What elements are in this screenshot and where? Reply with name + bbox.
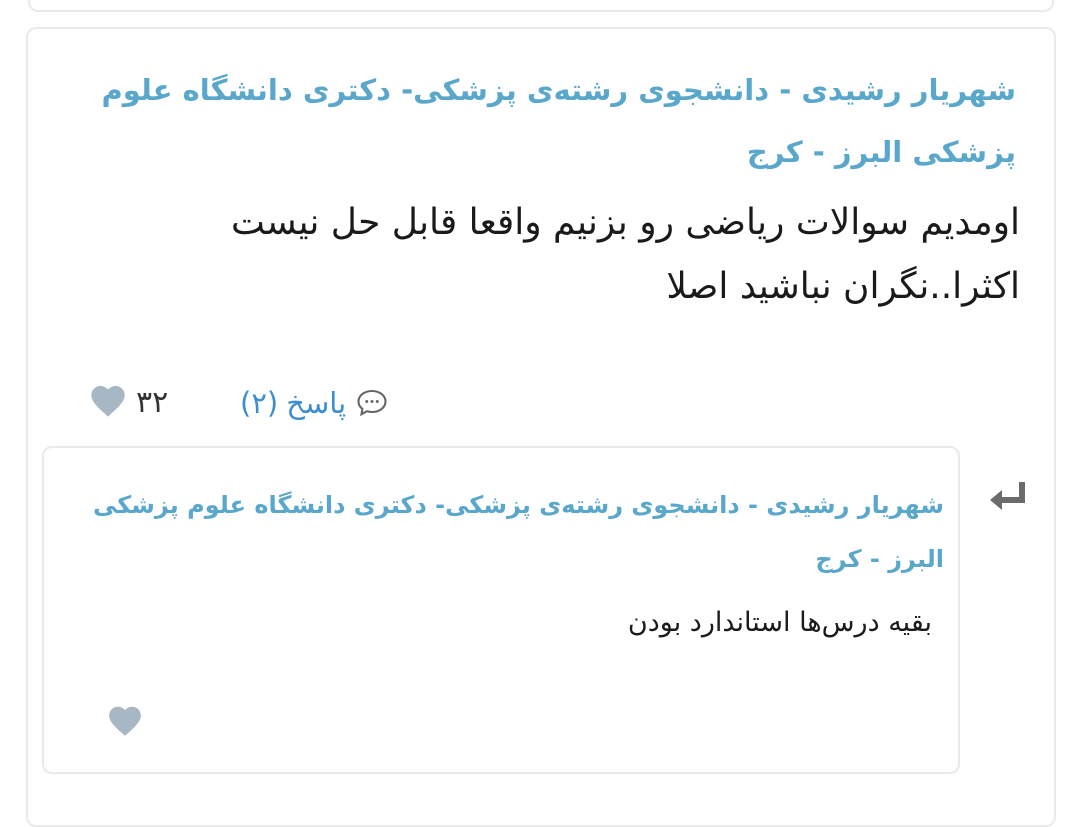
reply-body: بقیه درس‌ها استاندارد بودن (627, 607, 932, 638)
comment-body: اومدیم سوالات ریاضی رو بزنیم واقعا قابل … (231, 202, 1020, 307)
comment-actions: ۳۲ پاسخ (۲) (88, 381, 488, 431)
reply-card: شهریار رشیدی - دانشجوی رشته‌ی پزشکی- دکت… (42, 446, 960, 774)
previous-comment-card (28, 0, 1054, 12)
reply-author[interactable]: شهریار رشیدی - دانشجوی رشته‌ی پزشکی- دکت… (64, 478, 944, 586)
like-count: ۳۲ (136, 385, 169, 420)
reply-link[interactable]: پاسخ (۲) (240, 383, 390, 423)
comment-author[interactable]: شهریار رشیدی - دانشجوی رشته‌ی پزشکی- دکت… (36, 59, 1016, 183)
heart-icon[interactable] (88, 381, 128, 421)
speech-bubble-icon (357, 389, 387, 417)
reply-label: پاسخ (286, 386, 347, 420)
heart-icon[interactable] (106, 702, 144, 740)
reply-count: (۲) (240, 386, 279, 420)
reply-arrow-icon (990, 482, 1025, 510)
